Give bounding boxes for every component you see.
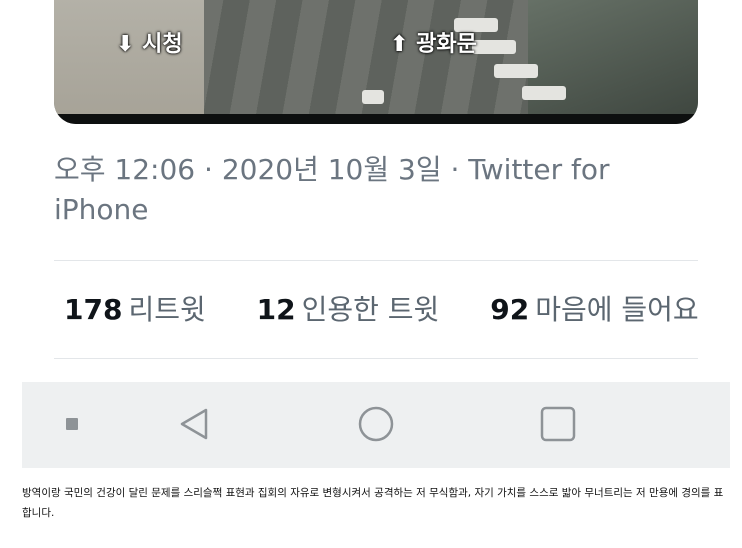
photo-vehicle xyxy=(362,90,384,104)
photo-label-left: ⬇ 시청 xyxy=(116,32,183,57)
up-arrow-icon: ⬆ xyxy=(390,32,409,57)
retweet-count[interactable]: 178 리트윗 xyxy=(64,288,206,328)
menu-square-icon[interactable] xyxy=(52,404,92,444)
tweet-stats: 178 리트윗 12 인용한 트윗 92 마음에 들어요 xyxy=(64,288,741,328)
tweet-timestamp: 오후 12:06 · 2020년 10월 3일 · Twitter for iP… xyxy=(54,150,614,230)
photo-bus xyxy=(472,40,516,54)
quote-tweet-count[interactable]: 12 인용한 트윗 xyxy=(257,288,440,328)
photo-bus xyxy=(494,64,538,78)
down-arrow-icon: ⬇ xyxy=(116,32,135,57)
tweet-photo[interactable]: ⬇ 시청 ⬆ 광화문 xyxy=(54,0,698,124)
android-nav-bar xyxy=(22,382,730,468)
home-circle-icon[interactable] xyxy=(356,404,396,444)
phone-screenshot: ⬇ 시청 ⬆ 광화문 오후 12:06 · 2020년 10월 3일 · Twi… xyxy=(22,0,730,468)
source-line: iPhone xyxy=(54,193,149,226)
post-caption: 방역이랑 국민의 건강이 달린 문제를 스리슬쩍 표현과 집회의 자유로 변형시… xyxy=(22,487,724,519)
divider xyxy=(54,260,698,261)
recent-apps-square-icon[interactable] xyxy=(538,404,578,444)
divider xyxy=(54,358,698,359)
like-count[interactable]: 92 마음에 들어요 xyxy=(490,288,698,328)
photo-bus xyxy=(522,86,566,100)
photo-bottom-edge xyxy=(54,114,698,124)
photo-label-right: ⬆ 광화문 xyxy=(390,32,477,57)
timestamp-line: 오후 12:06 · 2020년 10월 3일 · Twitter for xyxy=(54,153,610,186)
back-triangle-icon[interactable] xyxy=(174,404,214,444)
